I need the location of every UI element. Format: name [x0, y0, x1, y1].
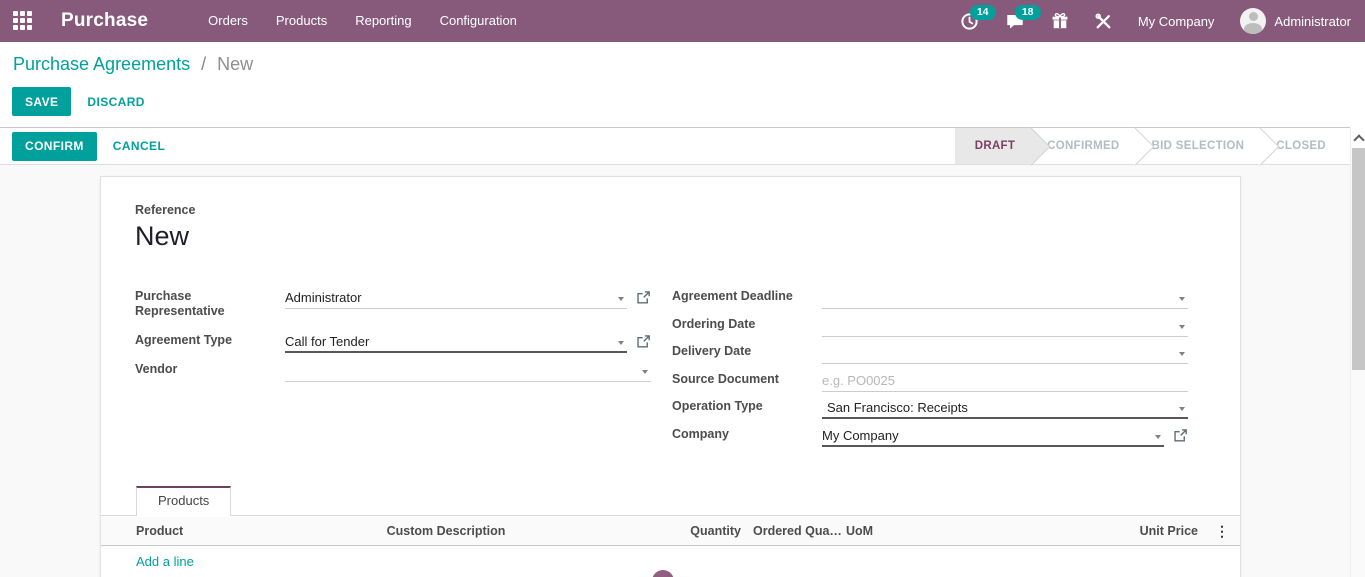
field-agreement-type: Agreement Type Call for Tender: [135, 333, 651, 353]
dropdown-caret-icon: [618, 341, 624, 345]
field-vendor: Vendor: [135, 362, 651, 382]
breadcrumb-current: New: [217, 54, 253, 74]
statusbar: DRAFT CONFIRMED BID SELECTION CLOSED: [955, 128, 1342, 164]
messages-count-badge: 18: [1015, 5, 1041, 20]
company-external-link-icon[interactable]: [1173, 428, 1188, 443]
field-source-document: Source Document e.g. PO0025: [672, 372, 1188, 392]
scrollbar-thumb[interactable]: [1352, 148, 1365, 370]
field-operation-type: Operation Type San Francisco: Receipts: [672, 399, 1188, 419]
gift-icon: [1051, 12, 1069, 30]
field-delivery-date: Delivery Date: [672, 344, 1188, 364]
purchase-representative-input[interactable]: Administrator: [285, 289, 627, 309]
source-document-input[interactable]: e.g. PO0025: [822, 372, 1188, 392]
activities-button[interactable]: 14: [960, 12, 979, 31]
menu-products[interactable]: Products: [262, 0, 341, 42]
gift-button[interactable]: [1051, 12, 1069, 30]
app-title[interactable]: Purchase: [61, 10, 148, 32]
products-table-header: Product Custom Description Quantity Orde…: [101, 517, 1240, 546]
user-name: Administrator: [1274, 14, 1351, 29]
fields-left-column: Purchase Representative Administrator Ag…: [135, 289, 651, 390]
source-document-placeholder: e.g. PO0025: [822, 373, 895, 388]
top-navbar: Purchase Orders Products Reporting Confi…: [0, 0, 1365, 42]
reference-value[interactable]: New: [135, 221, 189, 252]
field-ordering-date: Ordering Date: [672, 317, 1188, 337]
dropdown-caret-icon: [1155, 435, 1161, 439]
dropdown-caret-icon: [1179, 407, 1185, 411]
fields-right-column: Agreement Deadline Ordering Date Deliver…: [672, 289, 1188, 454]
menu-reporting[interactable]: Reporting: [341, 0, 425, 42]
operation-type-label: Operation Type: [672, 399, 814, 414]
tab-products[interactable]: Products: [136, 486, 231, 516]
breadcrumb: Purchase Agreements / New: [13, 54, 253, 75]
save-button[interactable]: SAVE: [12, 87, 71, 116]
vertical-scrollbar[interactable]: [1350, 128, 1365, 577]
field-company: Company My Company: [672, 427, 1188, 447]
delivery-date-input[interactable]: [822, 344, 1188, 364]
tools-button[interactable]: [1095, 13, 1112, 30]
column-header-quantity[interactable]: Quantity: [561, 524, 741, 538]
breadcrumb-separator: /: [201, 54, 206, 74]
vendor-input[interactable]: [285, 362, 651, 382]
agreement-type-label: Agreement Type: [135, 333, 277, 348]
add-a-line-link[interactable]: Add a line: [136, 554, 194, 569]
dropdown-caret-icon: [642, 370, 648, 374]
agreement-type-input[interactable]: Call for Tender: [285, 333, 627, 353]
column-header-product[interactable]: Product: [101, 524, 331, 538]
field-purchase-representative: Purchase Representative Administrator: [135, 289, 651, 309]
user-menu[interactable]: Administrator: [1240, 8, 1351, 34]
messages-button[interactable]: 18: [1005, 12, 1025, 31]
statusbar-step-bid-selection[interactable]: BID SELECTION: [1136, 128, 1261, 164]
company-input[interactable]: My Company: [822, 427, 1164, 447]
dropdown-caret-icon: [1179, 297, 1185, 301]
confirm-button[interactable]: CONFIRM: [12, 132, 97, 161]
operation-type-select[interactable]: San Francisco: Receipts: [822, 399, 1188, 419]
column-header-uom[interactable]: UoM: [846, 524, 966, 538]
dropdown-caret-icon: [618, 297, 624, 301]
company-label: Company: [672, 427, 814, 442]
reference-label: Reference: [135, 203, 195, 217]
user-avatar: [1240, 8, 1266, 34]
agreement-deadline-label: Agreement Deadline: [672, 289, 814, 304]
purchase-representative-label: Purchase Representative: [135, 289, 277, 319]
agreement-deadline-input[interactable]: [822, 289, 1188, 309]
optional-columns-icon[interactable]: ⋮: [1204, 523, 1240, 540]
field-agreement-deadline: Agreement Deadline: [672, 289, 1188, 309]
workflow-toolbar: CONFIRM CANCEL DRAFT CONFIRMED BID SELEC…: [0, 127, 1350, 165]
menu-orders[interactable]: Orders: [194, 0, 262, 42]
form-sheet: Reference New Purchase Representative Ad…: [100, 176, 1241, 577]
delivery-date-label: Delivery Date: [672, 344, 814, 359]
agreement-type-external-link-icon[interactable]: [636, 334, 651, 349]
purchase-form-page: Purchase Orders Products Reporting Confi…: [0, 0, 1365, 577]
column-header-unit-price[interactable]: Unit Price: [966, 524, 1204, 538]
source-document-label: Source Document: [672, 372, 814, 387]
dropdown-caret-icon: [1179, 325, 1185, 329]
menu-configuration[interactable]: Configuration: [426, 0, 531, 42]
notebook-tabs: Products: [101, 486, 1240, 516]
apps-menu-icon[interactable]: [13, 11, 33, 31]
main-menu: Orders Products Reporting Configuration: [194, 0, 531, 42]
scrollbar-up-arrow[interactable]: [1351, 128, 1365, 148]
tools-icon: [1095, 13, 1112, 30]
record-actions: SAVE DISCARD: [12, 87, 145, 116]
control-panel: Purchase Agreements / New SAVE DISCARD: [0, 42, 1365, 128]
column-header-ordered-quantity[interactable]: Ordered Quantity: [741, 524, 846, 538]
form-view-area: Reference New Purchase Representative Ad…: [0, 165, 1350, 577]
activities-count-badge: 14: [970, 5, 996, 20]
ordering-date-label: Ordering Date: [672, 317, 814, 332]
breadcrumb-parent-link[interactable]: Purchase Agreements: [13, 54, 190, 74]
dropdown-caret-icon: [1179, 352, 1185, 356]
ordering-date-input[interactable]: [822, 317, 1188, 337]
discard-button[interactable]: DISCARD: [87, 95, 144, 109]
company-switcher[interactable]: My Company: [1138, 14, 1215, 29]
statusbar-step-draft[interactable]: DRAFT: [955, 128, 1031, 164]
vendor-label: Vendor: [135, 362, 277, 377]
column-header-custom-description[interactable]: Custom Description: [331, 524, 561, 538]
cancel-button[interactable]: CANCEL: [113, 139, 165, 153]
navbar-right: 14 18: [934, 8, 1351, 34]
purchase-representative-external-link-icon[interactable]: [636, 290, 651, 305]
